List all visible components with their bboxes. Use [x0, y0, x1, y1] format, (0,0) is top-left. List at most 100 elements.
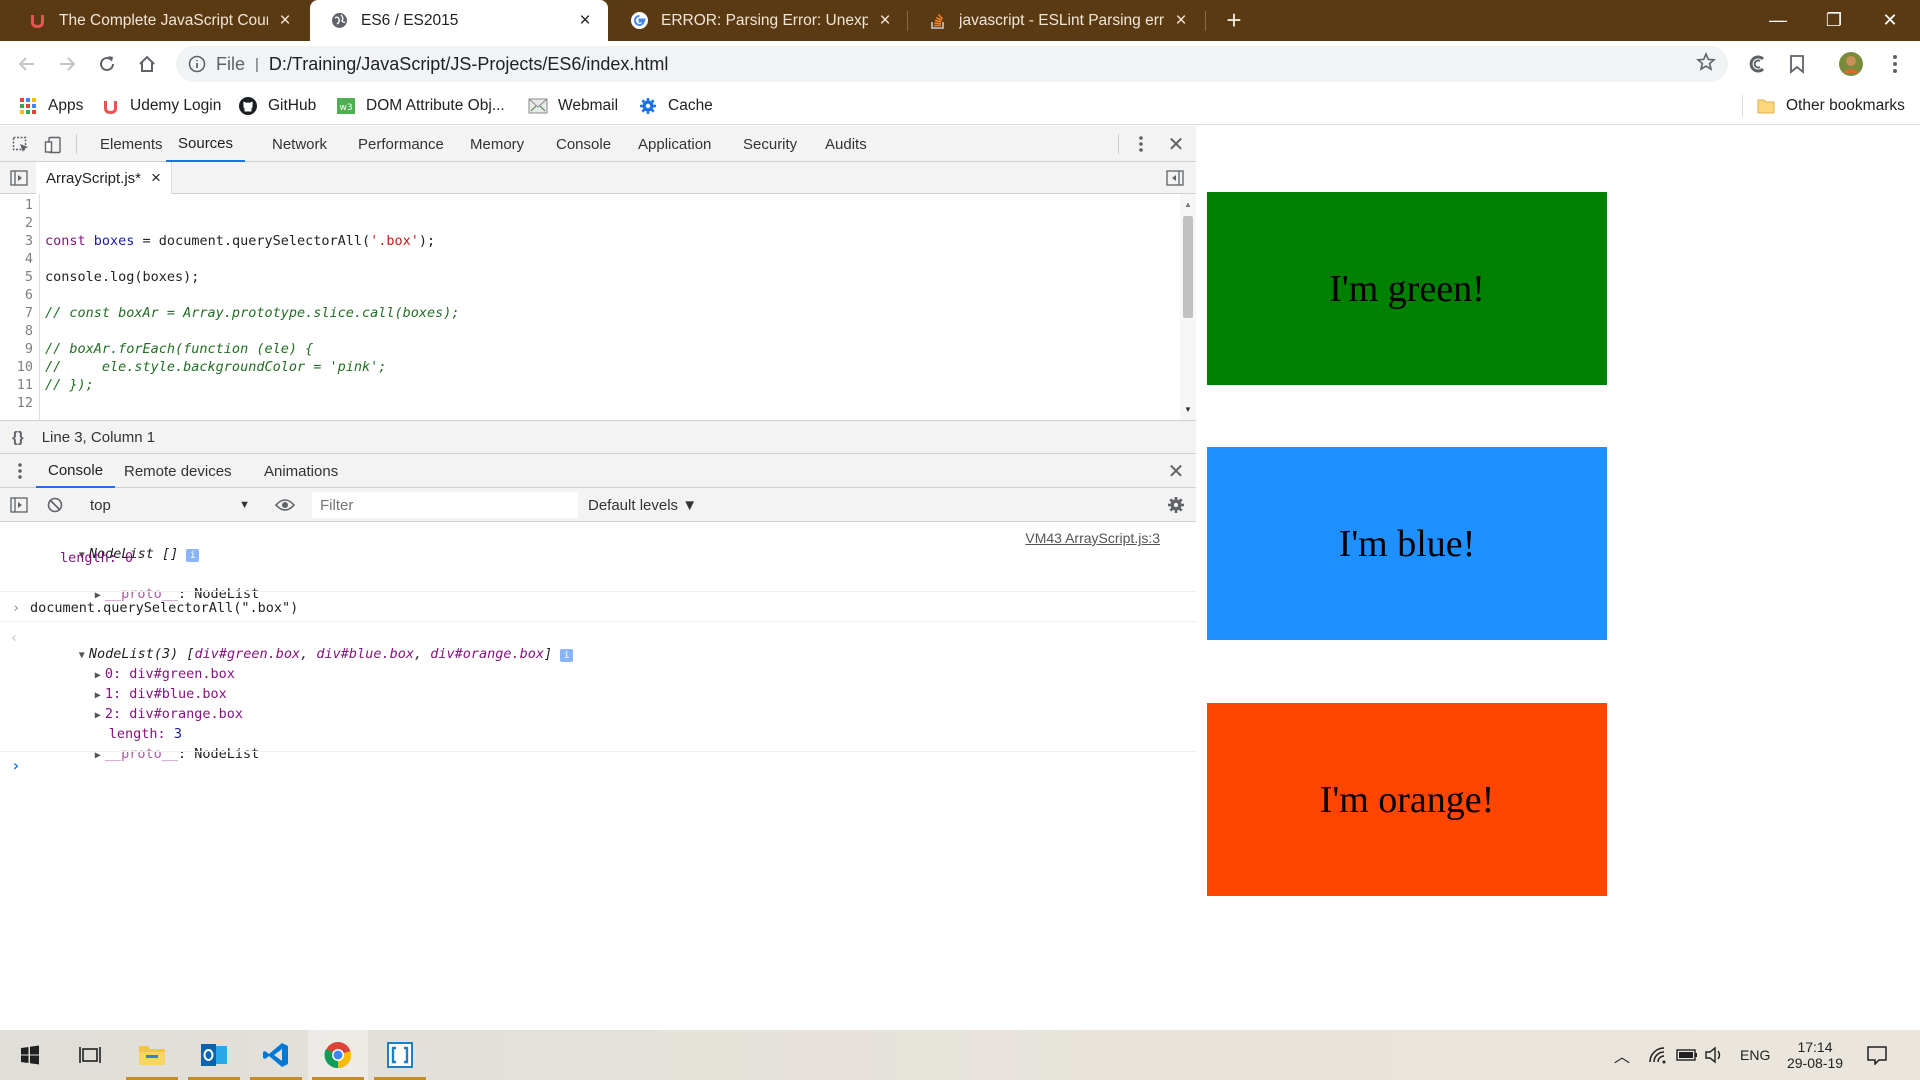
line-number[interactable]: 7 [3, 305, 33, 321]
chrome-menu-button[interactable] [1880, 49, 1910, 79]
close-devtools-icon[interactable]: ✕ [1165, 133, 1187, 156]
close-icon[interactable]: × [151, 168, 161, 188]
bookmark-apps[interactable]: Apps [18, 93, 83, 119]
log-levels-dropdown[interactable]: Default levels ▼ [588, 492, 697, 518]
code-editor[interactable]: 1 2 3 4 5 6 7 8 9 10 11 12 const boxes =… [0, 194, 1196, 420]
tab-eslint-error[interactable]: ERROR: Parsing Error: Unexpected × [610, 0, 908, 41]
tray-overflow-icon[interactable]: ︿ [1614, 1030, 1630, 1080]
tab-security[interactable]: Security [743, 126, 797, 162]
task-view-button[interactable] [60, 1030, 120, 1080]
tab-es6[interactable]: ES6 / ES2015 × [310, 0, 608, 41]
console-output[interactable]: ▼ NodeList [] i VM43 ArrayScript.js:3 leng… [0, 522, 1196, 1030]
bookmarks-manager-button[interactable] [1782, 49, 1812, 79]
tab-application[interactable]: Application [638, 126, 711, 162]
minimize-button[interactable]: — [1750, 0, 1806, 41]
close-icon[interactable]: × [1172, 10, 1190, 32]
line-number[interactable]: 6 [3, 287, 33, 303]
other-bookmarks[interactable]: Other bookmarks [1756, 93, 1905, 119]
reload-button[interactable] [92, 49, 122, 79]
extension-button[interactable] [1742, 49, 1772, 79]
tab-udemy-course[interactable]: The Complete JavaScript Course × [8, 0, 308, 41]
clear-console-icon[interactable] [44, 494, 66, 516]
inspect-element-icon[interactable] [10, 134, 32, 156]
editor-scrollbar[interactable]: ▲ ▼ [1180, 194, 1196, 420]
close-icon[interactable]: × [576, 10, 594, 32]
file-tab-arrayscript[interactable]: ArrayScript.js* × [36, 162, 172, 194]
bookmark-dom-attribute[interactable]: w3 DOM Attribute Obj... [336, 93, 505, 119]
start-button[interactable] [0, 1030, 60, 1080]
line-number[interactable]: 2 [3, 215, 33, 231]
drawer-tab-animations[interactable]: Animations [264, 454, 338, 488]
result-proto[interactable]: ▶ __proto__: NodeList [46, 730, 259, 778]
scroll-up-icon[interactable]: ▲ [1184, 200, 1192, 209]
tab-network[interactable]: Network [272, 126, 327, 162]
device-toolbar-icon[interactable] [42, 134, 64, 156]
scrollbar-thumb[interactable] [1183, 216, 1193, 318]
scroll-down-icon[interactable]: ▼ [1184, 405, 1192, 414]
restore-button[interactable]: ❐ [1806, 0, 1862, 41]
tab-elements[interactable]: Elements [100, 126, 163, 162]
close-icon[interactable]: × [276, 10, 294, 32]
tab-memory[interactable]: Memory [470, 126, 524, 162]
tab-console[interactable]: Console [556, 126, 611, 162]
blue-box[interactable]: I'm blue! [1207, 447, 1607, 640]
drawer-tab-console[interactable]: Console [36, 454, 116, 488]
volume-icon[interactable] [1704, 1030, 1724, 1080]
bookmark-github[interactable]: GitHub [238, 93, 316, 119]
outlook-button[interactable] [184, 1030, 244, 1080]
console-command: document.querySelectorAll(".box") [30, 600, 299, 616]
bookmark-cache[interactable]: Cache [638, 93, 713, 119]
file-explorer-button[interactable] [122, 1030, 182, 1080]
close-drawer-icon[interactable]: ✕ [1165, 460, 1187, 483]
drawer-tab-remote-devices[interactable]: Remote devices [124, 454, 232, 488]
forward-button[interactable] [52, 49, 82, 79]
orange-box[interactable]: I'm orange! [1207, 703, 1607, 896]
tab-sources[interactable]: Sources [166, 126, 246, 162]
live-expression-eye-icon[interactable] [272, 494, 298, 516]
line-number[interactable]: 1 [3, 197, 33, 213]
back-button[interactable] [12, 49, 42, 79]
console-filter-input[interactable] [312, 492, 578, 518]
clock[interactable]: 17:14 29-08-19 [1784, 1030, 1846, 1080]
address-bar[interactable]: File | D:/Training/JavaScript/JS-Project… [176, 46, 1728, 82]
vscode-button[interactable] [246, 1030, 306, 1080]
network-icon[interactable] [1648, 1030, 1668, 1080]
new-tab-button[interactable]: + [1214, 0, 1254, 41]
brackets-button[interactable] [370, 1030, 430, 1080]
line-number[interactable]: 10 [3, 359, 33, 375]
line-number[interactable]: 12 [3, 395, 33, 411]
line-number[interactable]: 3 [3, 233, 33, 249]
devtools-menu-icon[interactable] [1130, 133, 1152, 155]
tab-stackoverflow[interactable]: javascript - ESLint Parsing error: U × [908, 0, 1204, 41]
site-info[interactable]: File [188, 54, 245, 75]
close-icon[interactable]: × [876, 10, 894, 32]
console-settings-gear-icon[interactable] [1165, 494, 1187, 516]
drawer-menu-icon[interactable] [12, 460, 28, 482]
console-prompt[interactable]: › [11, 756, 21, 775]
line-number[interactable]: 5 [3, 269, 33, 285]
bookmark-udemy-login[interactable]: Udemy Login [100, 93, 221, 119]
language-indicator[interactable]: ENG [1740, 1030, 1770, 1080]
url-text[interactable]: D:/Training/JavaScript/JS-Projects/ES6/i… [269, 54, 668, 75]
home-button[interactable] [132, 49, 162, 79]
log-source-link[interactable]: VM43 ArrayScript.js:3 [1025, 530, 1160, 546]
line-number[interactable]: 4 [3, 251, 33, 267]
toggle-debugger-icon[interactable] [1164, 167, 1186, 189]
show-sidebar-icon[interactable] [8, 494, 30, 516]
bookmark-star-icon[interactable] [1695, 51, 1717, 76]
line-number[interactable]: 9 [3, 341, 33, 357]
profile-button[interactable] [1836, 49, 1866, 79]
tab-audits[interactable]: Audits [825, 126, 867, 162]
pretty-print-icon[interactable]: {} [12, 429, 24, 446]
battery-icon[interactable] [1676, 1030, 1698, 1080]
toggle-navigator-icon[interactable] [8, 167, 30, 189]
close-window-button[interactable]: ✕ [1862, 0, 1918, 41]
green-box[interactable]: I'm green! [1207, 192, 1607, 385]
line-number[interactable]: 8 [3, 323, 33, 339]
context-selector[interactable]: top ▼ [82, 492, 256, 518]
chrome-button[interactable] [308, 1030, 368, 1080]
tab-performance[interactable]: Performance [358, 126, 444, 162]
line-number[interactable]: 11 [3, 377, 33, 393]
action-center-icon[interactable] [1866, 1030, 1888, 1080]
bookmark-webmail[interactable]: Webmail [528, 93, 618, 119]
